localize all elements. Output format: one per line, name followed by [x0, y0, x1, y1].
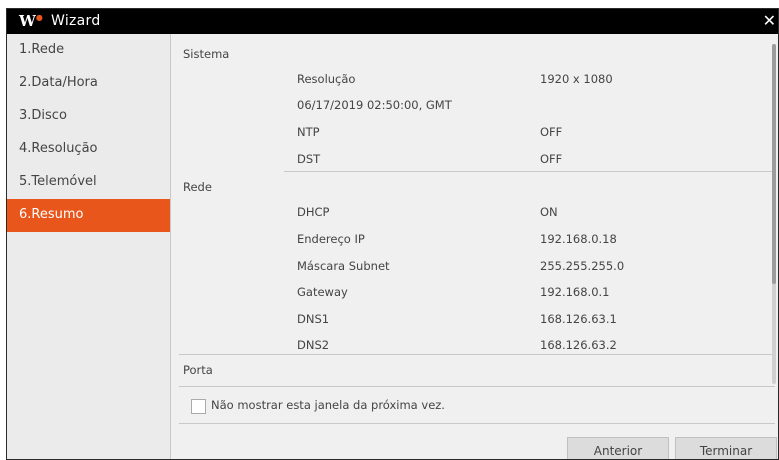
dont-show-again-checkbox[interactable]	[191, 399, 206, 414]
step-rede[interactable]: 1.Rede	[7, 34, 170, 67]
step-resolucao[interactable]: 4.Resolução	[7, 133, 170, 166]
wizard-window: W● Wizard ✕ 1.Rede 2.Data/Hora 3.Disco 4…	[6, 8, 779, 460]
summary-panel: Sistema Resolução 1920 x 1080 06/17/2019…	[171, 34, 778, 459]
window-title: Wizard	[51, 13, 101, 29]
section-porta-title: Porta	[183, 363, 213, 377]
wizard-steps-sidebar: 1.Rede 2.Data/Hora 3.Disco 4.Resolução 5…	[7, 34, 171, 459]
dhcp-value: ON	[540, 205, 558, 219]
subnet-value: 255.255.255.0	[540, 259, 625, 273]
dhcp-label: DHCP	[297, 205, 330, 219]
dns1-label: DNS1	[297, 312, 330, 326]
section-divider	[179, 354, 775, 355]
ip-value: 192.168.0.18	[540, 232, 617, 246]
section-sistema-title: Sistema	[183, 47, 230, 61]
dont-show-again-label: Não mostrar esta janela da próxima vez.	[211, 398, 445, 412]
section-rede-title: Rede	[183, 180, 212, 194]
close-icon[interactable]: ✕	[763, 11, 776, 30]
dns2-value: 168.126.63.2	[540, 338, 617, 352]
dst-label: DST	[297, 152, 321, 166]
dns2-label: DNS2	[297, 338, 330, 352]
step-resumo[interactable]: 6.Resumo	[7, 199, 170, 232]
app-logo: W●	[19, 12, 43, 30]
scrollbar-thumb[interactable]	[772, 44, 776, 284]
datetime-value: 06/17/2019 02:50:00, GMT	[297, 98, 452, 112]
ip-label: Endereço IP	[297, 232, 365, 246]
section-divider	[284, 171, 775, 172]
ntp-label: NTP	[297, 125, 320, 139]
step-telemovel[interactable]: 5.Telemóvel	[7, 166, 170, 199]
resolution-label: Resolução	[297, 72, 356, 86]
previous-button[interactable]: Anterior	[567, 437, 669, 459]
resolution-value: 1920 x 1080	[540, 72, 613, 86]
dns1-value: 168.126.63.1	[540, 312, 617, 326]
step-data-hora[interactable]: 2.Data/Hora	[7, 67, 170, 100]
title-bar: W● Wizard ✕	[7, 9, 778, 34]
dst-value: OFF	[540, 152, 563, 166]
subnet-label: Máscara Subnet	[297, 259, 390, 273]
ntp-value: OFF	[540, 125, 563, 139]
finish-button[interactable]: Terminar	[675, 437, 777, 459]
section-divider	[179, 386, 775, 387]
footer-divider	[179, 423, 775, 424]
gateway-value: 192.168.0.1	[540, 285, 610, 299]
gateway-label: Gateway	[297, 285, 348, 299]
step-disco[interactable]: 3.Disco	[7, 100, 170, 133]
